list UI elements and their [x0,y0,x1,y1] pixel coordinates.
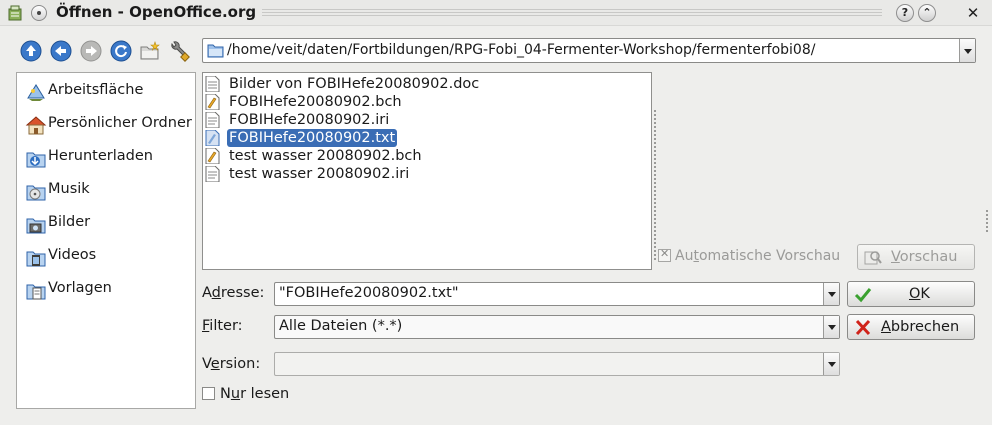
text-file-icon [205,166,220,182]
window-title: Öffnen - OpenOffice.org [56,3,257,21]
script-file-icon [205,94,220,110]
version-label: Version: [202,356,261,372]
path-combobox[interactable]: /home/veit/daten/Fortbildungen/RPG-Fobi_… [202,38,976,63]
downloads-folder-icon [26,152,46,168]
pictures-folder-icon [26,218,46,234]
filter-dropdown-arrow-icon[interactable] [823,316,839,338]
address-label: Adresse: [202,285,265,301]
address-input[interactable]: "FOBIHefe20080902.txt" [279,285,459,301]
help-button[interactable]: ? [896,4,914,22]
shade-button[interactable]: ⌃ [918,4,936,22]
back-arrow-icon[interactable] [50,40,72,62]
templates-folder-icon [26,284,46,300]
ok-button[interactable]: OK [847,281,975,307]
checkbox-icon [202,387,215,400]
videos-folder-icon [26,251,46,267]
filter-combobox[interactable]: Alle Dateien (*.*) [274,315,840,339]
title-bar[interactable]: Öffnen - OpenOffice.org ? ⌃ ✕ [0,0,992,26]
preview-button[interactable]: Vorschau [857,244,975,270]
file-list[interactable]: Bilder von FOBIHefe20080902.doc FOBIHefe… [202,72,652,270]
text-file-icon [205,130,220,146]
cancel-button[interactable]: Abbrechen [847,314,975,340]
title-bar-grip [262,9,882,17]
home-folder-icon [25,116,47,135]
script-file-icon [205,148,220,164]
text-file-icon [205,112,220,128]
up-arrow-icon[interactable] [20,40,42,62]
cancel-x-icon [855,319,871,336]
version-combobox[interactable] [274,352,840,376]
read-only-checkbox[interactable]: Nur lesen [202,386,289,402]
close-button[interactable]: ✕ [964,4,982,22]
music-folder-icon [26,185,46,201]
reload-icon[interactable] [110,40,132,62]
document-file-icon [205,76,220,92]
new-folder-icon[interactable] [139,40,161,62]
address-combobox[interactable]: "FOBIHefe20080902.txt" [274,282,840,306]
openoffice-app-icon [8,5,22,21]
settings-wrench-icon[interactable] [168,40,190,62]
desktop-icon [27,84,45,101]
resize-grip[interactable] [986,210,988,232]
address-dropdown-arrow-icon[interactable] [823,283,839,305]
path-dropdown-arrow-icon[interactable] [959,39,975,62]
places-sidebar: Arbeitsfläche Persönlicher Ordner Herunt… [16,72,196,409]
folder-icon [207,44,224,58]
auto-preview-checkbox[interactable]: Automatische Vorschau [658,247,840,264]
path-text: /home/veit/daten/Fortbildungen/RPG-Fobi_… [227,42,816,58]
window-menu-button[interactable] [31,5,47,21]
forward-arrow-icon[interactable] [80,40,102,62]
checkbox-icon [658,247,671,262]
check-icon [854,288,872,303]
splitter-handle[interactable] [654,110,656,260]
preview-icon [864,251,882,265]
version-dropdown-arrow-icon[interactable] [823,353,839,375]
filter-value: Alle Dateien (*.*) [279,318,403,334]
filter-label: Filter: [202,318,243,334]
